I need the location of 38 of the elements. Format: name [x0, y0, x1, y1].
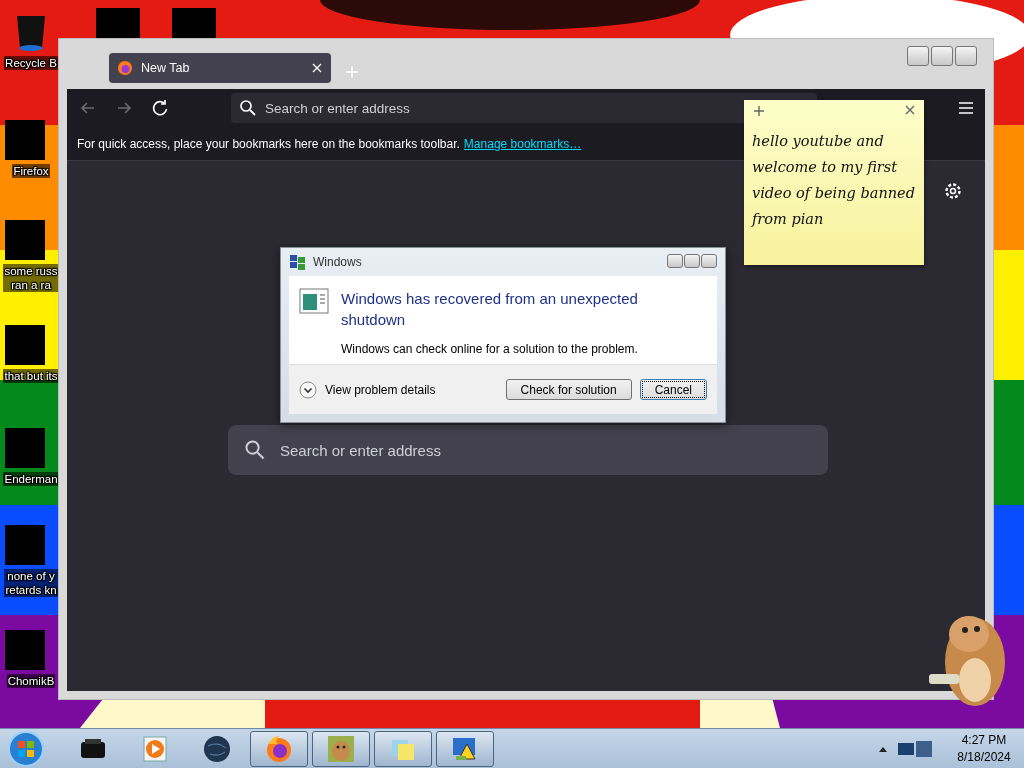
clock-time[interactable]: 4:27 PM	[961, 732, 1007, 749]
details-toggle[interactable]: View problem details	[325, 382, 436, 397]
maximize-button[interactable]	[931, 46, 953, 66]
maximize-button[interactable]	[684, 254, 700, 268]
globe-icon[interactable]	[202, 734, 232, 764]
censor-block	[96, 8, 140, 38]
expand-icon[interactable]	[299, 380, 317, 399]
firefox-icon[interactable]	[264, 734, 294, 764]
start-button[interactable]	[6, 730, 46, 768]
close-icon[interactable]	[904, 104, 916, 116]
window-icon	[299, 288, 329, 314]
desktop-icon-label[interactable]: none of y retards kn	[4, 569, 58, 597]
firefox-icon	[117, 60, 133, 76]
dialog-title: Windows	[313, 255, 362, 269]
settings-icon[interactable]	[943, 181, 963, 201]
censor-block	[172, 8, 216, 38]
dialog-button[interactable]: Cancel	[639, 379, 707, 400]
close-button[interactable]	[955, 46, 977, 66]
menu-icon[interactable]	[957, 99, 975, 117]
dialog-heading: Windows has recovered from an unexpected shutdown	[341, 289, 639, 330]
manage-bookmarks-link[interactable]: Manage bookmarks…	[463, 137, 582, 151]
minimize-button[interactable]	[907, 46, 929, 66]
play-icon[interactable]	[140, 734, 170, 764]
hamster-icon[interactable]	[326, 734, 356, 764]
add-icon[interactable]	[752, 104, 766, 118]
browser-tab[interactable]: New Tab	[109, 53, 331, 83]
address-bar[interactable]: Search or enter address	[231, 93, 817, 123]
windows-flag-icon	[289, 254, 307, 270]
clock-date[interactable]: 8/18/2024	[957, 749, 1011, 766]
dialog-button[interactable]: Check for solution	[505, 379, 632, 400]
bookmarks-hint: For quick access, place your bookmarks here on the bookmarks toolbar.	[77, 137, 460, 151]
dialog-message: Windows can check online for a solution to the problem.	[341, 342, 639, 356]
desktop-icon-label[interactable]: some russ ran a ra	[3, 264, 59, 292]
minimize-button[interactable]	[667, 254, 683, 268]
sticky-note[interactable]: hello youtube and welcome to my first video of being banned from pian	[744, 100, 924, 265]
close-button[interactable]	[701, 254, 717, 268]
note-text: hello youtube and welcome to my first video of being banned from pian	[752, 132, 916, 229]
page-search-field[interactable]: Search or enter address	[228, 425, 828, 475]
